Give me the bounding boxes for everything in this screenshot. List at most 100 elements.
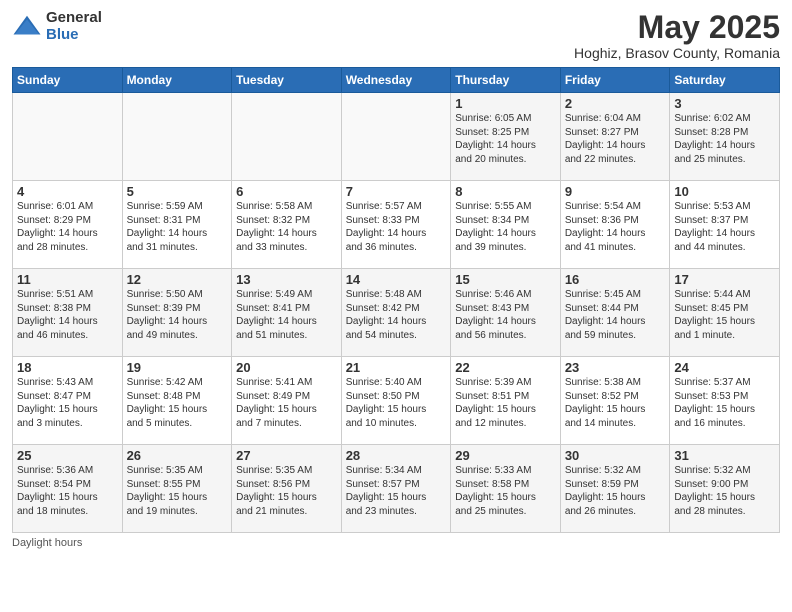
calendar-cell: 29Sunrise: 5:33 AM Sunset: 8:58 PM Dayli… (451, 445, 561, 533)
day-info: Sunrise: 5:59 AM Sunset: 8:31 PM Dayligh… (127, 200, 228, 254)
day-number: 31 (674, 448, 775, 463)
day-number: 16 (565, 272, 666, 287)
day-number: 8 (455, 184, 556, 199)
day-number: 21 (346, 360, 447, 375)
calendar-cell: 21Sunrise: 5:40 AM Sunset: 8:50 PM Dayli… (341, 357, 451, 445)
calendar-week-1: 1Sunrise: 6:05 AM Sunset: 8:25 PM Daylig… (13, 93, 780, 181)
day-info: Sunrise: 6:02 AM Sunset: 8:28 PM Dayligh… (674, 112, 775, 166)
day-info: Sunrise: 5:39 AM Sunset: 8:51 PM Dayligh… (455, 376, 556, 430)
month-title: May 2025 (574, 10, 780, 45)
day-number: 7 (346, 184, 447, 199)
day-info: Sunrise: 5:42 AM Sunset: 8:48 PM Dayligh… (127, 376, 228, 430)
day-number: 14 (346, 272, 447, 287)
day-number: 10 (674, 184, 775, 199)
calendar-cell: 5Sunrise: 5:59 AM Sunset: 8:31 PM Daylig… (122, 181, 232, 269)
day-number: 25 (17, 448, 118, 463)
day-info: Sunrise: 5:55 AM Sunset: 8:34 PM Dayligh… (455, 200, 556, 254)
day-info: Sunrise: 5:58 AM Sunset: 8:32 PM Dayligh… (236, 200, 337, 254)
calendar-cell: 27Sunrise: 5:35 AM Sunset: 8:56 PM Dayli… (232, 445, 342, 533)
calendar-table: Sunday Monday Tuesday Wednesday Thursday… (12, 67, 780, 533)
calendar-cell (341, 93, 451, 181)
day-number: 30 (565, 448, 666, 463)
day-info: Sunrise: 5:33 AM Sunset: 8:58 PM Dayligh… (455, 464, 556, 518)
calendar-cell: 9Sunrise: 5:54 AM Sunset: 8:36 PM Daylig… (560, 181, 670, 269)
day-number: 3 (674, 96, 775, 111)
logo: General Blue (12, 10, 102, 43)
calendar-cell (122, 93, 232, 181)
calendar-cell: 30Sunrise: 5:32 AM Sunset: 8:59 PM Dayli… (560, 445, 670, 533)
calendar-header-row: Sunday Monday Tuesday Wednesday Thursday… (13, 68, 780, 93)
day-info: Sunrise: 5:32 AM Sunset: 8:59 PM Dayligh… (565, 464, 666, 518)
calendar-cell: 19Sunrise: 5:42 AM Sunset: 8:48 PM Dayli… (122, 357, 232, 445)
calendar-cell: 7Sunrise: 5:57 AM Sunset: 8:33 PM Daylig… (341, 181, 451, 269)
calendar-week-3: 11Sunrise: 5:51 AM Sunset: 8:38 PM Dayli… (13, 269, 780, 357)
day-number: 20 (236, 360, 337, 375)
page: General Blue May 2025 Hoghiz, Brasov Cou… (0, 0, 792, 612)
calendar-week-4: 18Sunrise: 5:43 AM Sunset: 8:47 PM Dayli… (13, 357, 780, 445)
calendar-cell: 12Sunrise: 5:50 AM Sunset: 8:39 PM Dayli… (122, 269, 232, 357)
calendar-cell: 24Sunrise: 5:37 AM Sunset: 8:53 PM Dayli… (670, 357, 780, 445)
location: Hoghiz, Brasov County, Romania (574, 45, 780, 61)
day-number: 27 (236, 448, 337, 463)
calendar-cell: 31Sunrise: 5:32 AM Sunset: 9:00 PM Dayli… (670, 445, 780, 533)
day-info: Sunrise: 5:35 AM Sunset: 8:55 PM Dayligh… (127, 464, 228, 518)
day-info: Sunrise: 5:36 AM Sunset: 8:54 PM Dayligh… (17, 464, 118, 518)
day-info: Sunrise: 5:41 AM Sunset: 8:49 PM Dayligh… (236, 376, 337, 430)
title-block: May 2025 Hoghiz, Brasov County, Romania (574, 10, 780, 61)
calendar-cell: 25Sunrise: 5:36 AM Sunset: 8:54 PM Dayli… (13, 445, 123, 533)
day-info: Sunrise: 5:34 AM Sunset: 8:57 PM Dayligh… (346, 464, 447, 518)
col-thursday: Thursday (451, 68, 561, 93)
day-info: Sunrise: 5:48 AM Sunset: 8:42 PM Dayligh… (346, 288, 447, 342)
calendar-cell: 23Sunrise: 5:38 AM Sunset: 8:52 PM Dayli… (560, 357, 670, 445)
calendar-cell: 16Sunrise: 5:45 AM Sunset: 8:44 PM Dayli… (560, 269, 670, 357)
calendar-cell: 18Sunrise: 5:43 AM Sunset: 8:47 PM Dayli… (13, 357, 123, 445)
day-number: 9 (565, 184, 666, 199)
col-wednesday: Wednesday (341, 68, 451, 93)
calendar-cell: 17Sunrise: 5:44 AM Sunset: 8:45 PM Dayli… (670, 269, 780, 357)
day-info: Sunrise: 5:53 AM Sunset: 8:37 PM Dayligh… (674, 200, 775, 254)
day-info: Sunrise: 5:49 AM Sunset: 8:41 PM Dayligh… (236, 288, 337, 342)
calendar-cell: 11Sunrise: 5:51 AM Sunset: 8:38 PM Dayli… (13, 269, 123, 357)
day-info: Sunrise: 5:50 AM Sunset: 8:39 PM Dayligh… (127, 288, 228, 342)
day-number: 24 (674, 360, 775, 375)
logo-icon (12, 12, 42, 42)
calendar-cell: 6Sunrise: 5:58 AM Sunset: 8:32 PM Daylig… (232, 181, 342, 269)
calendar-cell: 3Sunrise: 6:02 AM Sunset: 8:28 PM Daylig… (670, 93, 780, 181)
day-number: 12 (127, 272, 228, 287)
day-number: 18 (17, 360, 118, 375)
calendar-cell: 26Sunrise: 5:35 AM Sunset: 8:55 PM Dayli… (122, 445, 232, 533)
calendar-cell: 13Sunrise: 5:49 AM Sunset: 8:41 PM Dayli… (232, 269, 342, 357)
day-info: Sunrise: 5:35 AM Sunset: 8:56 PM Dayligh… (236, 464, 337, 518)
calendar-cell: 14Sunrise: 5:48 AM Sunset: 8:42 PM Dayli… (341, 269, 451, 357)
calendar-week-2: 4Sunrise: 6:01 AM Sunset: 8:29 PM Daylig… (13, 181, 780, 269)
footer-note: Daylight hours (12, 537, 780, 549)
logo-general-text: General (46, 10, 102, 27)
day-number: 26 (127, 448, 228, 463)
day-info: Sunrise: 6:04 AM Sunset: 8:27 PM Dayligh… (565, 112, 666, 166)
day-info: Sunrise: 5:46 AM Sunset: 8:43 PM Dayligh… (455, 288, 556, 342)
day-info: Sunrise: 5:57 AM Sunset: 8:33 PM Dayligh… (346, 200, 447, 254)
day-info: Sunrise: 5:51 AM Sunset: 8:38 PM Dayligh… (17, 288, 118, 342)
calendar-week-5: 25Sunrise: 5:36 AM Sunset: 8:54 PM Dayli… (13, 445, 780, 533)
logo-blue-text: Blue (46, 27, 102, 44)
day-number: 5 (127, 184, 228, 199)
day-info: Sunrise: 6:05 AM Sunset: 8:25 PM Dayligh… (455, 112, 556, 166)
day-number: 17 (674, 272, 775, 287)
day-number: 2 (565, 96, 666, 111)
day-info: Sunrise: 5:37 AM Sunset: 8:53 PM Dayligh… (674, 376, 775, 430)
calendar-cell (13, 93, 123, 181)
logo-text: General Blue (46, 10, 102, 43)
day-info: Sunrise: 5:54 AM Sunset: 8:36 PM Dayligh… (565, 200, 666, 254)
header: General Blue May 2025 Hoghiz, Brasov Cou… (12, 10, 780, 61)
calendar-cell: 20Sunrise: 5:41 AM Sunset: 8:49 PM Dayli… (232, 357, 342, 445)
day-info: Sunrise: 5:43 AM Sunset: 8:47 PM Dayligh… (17, 376, 118, 430)
calendar-cell: 4Sunrise: 6:01 AM Sunset: 8:29 PM Daylig… (13, 181, 123, 269)
day-info: Sunrise: 6:01 AM Sunset: 8:29 PM Dayligh… (17, 200, 118, 254)
day-info: Sunrise: 5:32 AM Sunset: 9:00 PM Dayligh… (674, 464, 775, 518)
col-sunday: Sunday (13, 68, 123, 93)
day-number: 6 (236, 184, 337, 199)
day-info: Sunrise: 5:40 AM Sunset: 8:50 PM Dayligh… (346, 376, 447, 430)
day-number: 23 (565, 360, 666, 375)
col-monday: Monday (122, 68, 232, 93)
day-number: 22 (455, 360, 556, 375)
